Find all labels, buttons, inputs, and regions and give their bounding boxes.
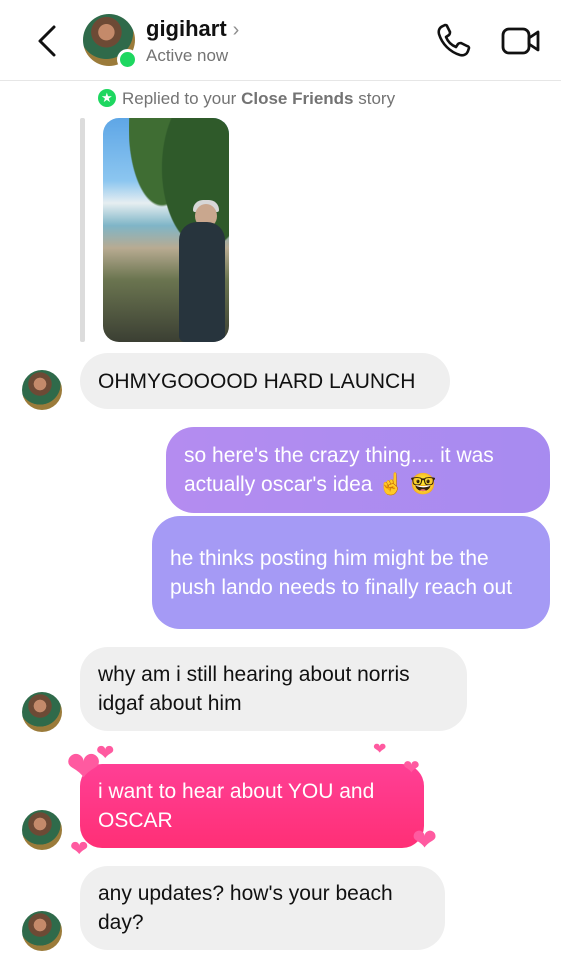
- profile-name-link[interactable]: gigihart ›: [146, 16, 239, 42]
- message-bubble-incoming[interactable]: OHMYGOOOOD HARD LAUNCH: [80, 353, 450, 409]
- story-thumbnail[interactable]: [103, 118, 229, 342]
- message-text: OHMYGOOOOD HARD LAUNCH: [98, 369, 416, 393]
- chevron-right-icon: ›: [232, 19, 240, 41]
- message-bubble-incoming[interactable]: why am i still hearing about norris idga…: [80, 647, 467, 731]
- message-bubble-incoming-hearts[interactable]: i want to hear about YOU and OSCAR: [80, 764, 424, 848]
- close-friends-label: Close Friends: [241, 89, 354, 108]
- avatar[interactable]: [22, 911, 62, 951]
- reply-quote-bar: [80, 118, 85, 342]
- online-status-dot: [117, 49, 138, 70]
- avatar[interactable]: [22, 692, 62, 732]
- heart-icon: ❤: [403, 757, 420, 779]
- chat-header: gigihart › Active now: [0, 0, 561, 81]
- story-reply-note: Replied to your Close Friends story: [98, 89, 395, 109]
- heart-icon: ❤: [96, 740, 115, 765]
- message-bubble-incoming[interactable]: any updates? how's your beach day?: [80, 866, 445, 950]
- message-text: why am i still hearing about norris idga…: [98, 663, 410, 715]
- heart-icon: ❤: [70, 836, 89, 861]
- heart-icon: ❤: [373, 741, 387, 758]
- reply-suffix: story: [358, 89, 396, 108]
- message-bubble-outgoing[interactable]: so here's the crazy thing.... it was act…: [166, 427, 550, 513]
- phone-icon[interactable]: [434, 22, 472, 60]
- avatar[interactable]: [22, 810, 62, 850]
- star-icon: [98, 89, 116, 107]
- message-text: he thinks posting him might be the push …: [170, 546, 513, 599]
- reply-prefix: Replied to your: [122, 89, 237, 108]
- message-text: i want to hear about YOU and OSCAR: [98, 780, 375, 832]
- avatar[interactable]: [22, 370, 62, 410]
- message-bubble-outgoing[interactable]: he thinks posting him might be the push …: [152, 516, 550, 629]
- video-camera-icon[interactable]: [500, 25, 542, 57]
- heart-icon: ❤: [412, 824, 438, 857]
- username: gigihart: [146, 16, 227, 41]
- message-text: so here's the crazy thing.... it was act…: [184, 444, 494, 496]
- message-text: any updates? how's your beach day?: [98, 882, 393, 934]
- back-icon[interactable]: [34, 24, 60, 58]
- active-status: Active now: [146, 46, 229, 65]
